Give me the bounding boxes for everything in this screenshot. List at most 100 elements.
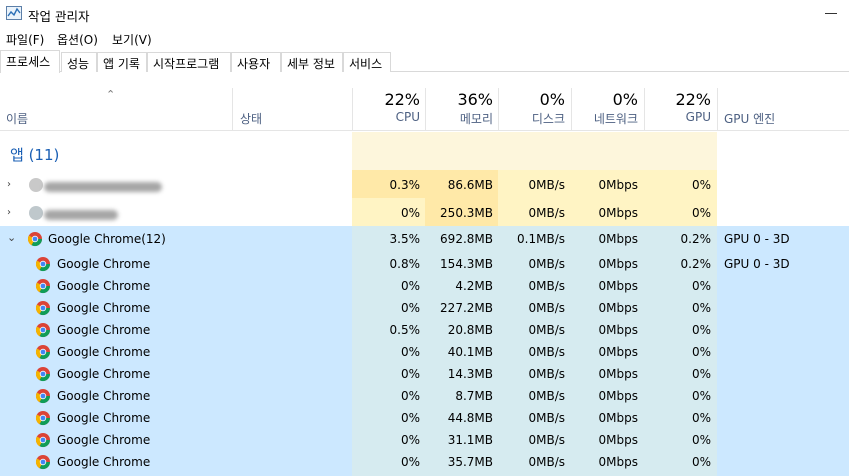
gpu-engine-value: GPU 0 - 3D <box>724 257 790 271</box>
chrome-icon <box>35 389 51 404</box>
cpu-value: 0% <box>400 389 420 403</box>
network-value: 0Mbps <box>598 178 638 192</box>
tab-app-history[interactable]: 앱 기록 <box>97 52 147 72</box>
tab-services[interactable]: 서비스 <box>343 52 391 72</box>
process-name: Google Chrome <box>57 345 151 359</box>
menu-options[interactable]: 옵션(O) <box>57 31 98 48</box>
table-row[interactable]: Google Chrome 0% 4.2MB 0MB/s 0Mbps 0% <box>0 275 849 297</box>
column-divider[interactable] <box>232 88 233 131</box>
cpu-value: 0% <box>400 367 420 381</box>
chrome-icon <box>27 232 43 247</box>
table-row[interactable]: Google Chrome 0% 44.8MB 0MB/s 0Mbps 0% <box>0 407 849 429</box>
process-name: Google Chrome(12) <box>48 232 166 246</box>
disk-total[interactable]: 0% <box>498 90 565 109</box>
chrome-icon <box>35 411 51 426</box>
tab-details[interactable]: 세부 정보 <box>281 52 343 72</box>
process-name: Google Chrome <box>57 367 151 381</box>
disk-value: 0MB/s <box>528 178 565 192</box>
memory-value: 31.1MB <box>447 433 493 447</box>
table-row[interactable]: Google Chrome 0% 31.1MB 0MB/s 0Mbps 0% <box>0 429 849 451</box>
table-row[interactable]: Google Chrome 0% 14.3MB 0MB/s 0Mbps 0% <box>0 363 849 385</box>
chevron-down-icon[interactable]: ⌄ <box>7 231 17 244</box>
obscured-process-name <box>44 182 162 192</box>
network-value: 0Mbps <box>598 411 638 425</box>
cpu-value: 0% <box>400 455 420 469</box>
memory-value: 8.7MB <box>455 389 493 403</box>
network-value: 0Mbps <box>598 279 638 293</box>
menu-view[interactable]: 보기(V) <box>112 31 152 48</box>
column-status[interactable]: 상태 <box>240 110 262 127</box>
chrome-icon <box>35 455 51 470</box>
memory-value: 14.3MB <box>447 367 493 381</box>
network-value: 0Mbps <box>598 323 638 337</box>
column-gpu-engine[interactable]: GPU 엔진 <box>724 110 775 127</box>
process-name: Google Chrome <box>57 279 151 293</box>
memory-value: 692.8MB <box>440 232 493 246</box>
chrome-icon <box>35 323 51 338</box>
memory-value: 40.1MB <box>447 345 493 359</box>
gpu-value: 0% <box>691 323 711 337</box>
disk-value: 0MB/s <box>528 206 565 220</box>
group-label: 앱 (11) <box>10 146 60 164</box>
tab-processes[interactable]: 프로세스 <box>0 50 60 73</box>
gpu-value: 0% <box>691 433 711 447</box>
network-value: 0Mbps <box>598 455 638 469</box>
gpu-value: 0.2% <box>680 232 712 246</box>
cpu-value: 0% <box>400 301 420 315</box>
chrome-icon <box>35 301 51 316</box>
network-value: 0Mbps <box>598 301 638 315</box>
column-name[interactable]: 이름 <box>6 110 28 127</box>
app-icon <box>29 206 43 220</box>
disk-value: 0MB/s <box>528 345 565 359</box>
chrome-icon <box>35 433 51 448</box>
chevron-right-icon[interactable]: › <box>7 179 17 190</box>
cpu-value: 0.3% <box>389 178 421 192</box>
menu-file[interactable]: 파일(F) <box>6 31 44 48</box>
tab-startup[interactable]: 시작프로그램 <box>147 52 231 72</box>
memory-value: 35.7MB <box>447 455 493 469</box>
disk-value: 0MB/s <box>528 433 565 447</box>
chevron-right-icon[interactable]: › <box>7 207 17 218</box>
gpu-value: 0% <box>691 206 711 220</box>
process-name: Google Chrome <box>57 455 151 469</box>
chrome-icon <box>35 257 51 272</box>
table-row[interactable]: Google Chrome 0% 8.7MB 0MB/s 0Mbps 0% <box>0 385 849 407</box>
tab-users[interactable]: 사용자 <box>231 52 281 72</box>
cpu-value: 0% <box>400 279 420 293</box>
group-apps[interactable]: 앱 (11) <box>0 132 849 172</box>
column-memory[interactable]: 메모리 <box>425 110 493 127</box>
table-row[interactable]: Google Chrome 0.5% 20.8MB 0MB/s 0Mbps 0% <box>0 319 849 341</box>
column-gpu[interactable]: GPU <box>644 110 711 124</box>
process-name: Google Chrome <box>57 257 151 271</box>
memory-value: 154.3MB <box>440 257 493 271</box>
network-value: 0Mbps <box>598 257 638 271</box>
table-row[interactable]: Google Chrome 0.8% 154.3MB 0MB/s 0Mbps 0… <box>0 253 849 275</box>
network-value: 0Mbps <box>598 433 638 447</box>
column-divider[interactable] <box>717 88 718 131</box>
chrome-icon <box>35 345 51 360</box>
tab-performance[interactable]: 성능 <box>61 52 97 72</box>
cpu-total[interactable]: 22% <box>352 90 420 109</box>
disk-value: 0MB/s <box>528 411 565 425</box>
network-total[interactable]: 0% <box>571 90 638 109</box>
title-bar: 작업 관리자 <box>0 0 849 28</box>
memory-value: 250.3MB <box>440 206 493 220</box>
memory-total[interactable]: 36% <box>425 90 493 109</box>
table-row[interactable]: Google Chrome 0% 40.1MB 0MB/s 0Mbps 0% <box>0 341 849 363</box>
column-cpu[interactable]: CPU <box>352 110 420 124</box>
table-row[interactable]: › 0% 250.3MB 0MB/s 0Mbps 0% <box>0 200 849 226</box>
table-row[interactable]: › 0.3% 86.6MB 0MB/s 0Mbps 0% <box>0 172 849 198</box>
table-row[interactable]: Google Chrome 0% 227.2MB 0MB/s 0Mbps 0% <box>0 297 849 319</box>
table-row-chrome-group[interactable]: ⌄ Google Chrome(12) 3.5% 692.8MB 0.1MB/s… <box>0 228 849 250</box>
chrome-icon <box>35 279 51 294</box>
column-header: ⌃ 이름 상태 22% CPU 36% 메모리 0% 디스크 0% 네트워크 2… <box>0 88 849 131</box>
gpu-total[interactable]: 22% <box>644 90 711 109</box>
minimize-button[interactable] <box>818 0 849 28</box>
cpu-value: 0% <box>400 433 420 447</box>
column-disk[interactable]: 디스크 <box>498 110 565 127</box>
app-icon <box>29 178 43 192</box>
disk-value: 0MB/s <box>528 323 565 337</box>
table-row[interactable]: Google Chrome 0% 35.7MB 0MB/s 0Mbps 0% <box>0 451 849 473</box>
column-network[interactable]: 네트워크 <box>571 110 638 127</box>
process-name: Google Chrome <box>57 411 151 425</box>
